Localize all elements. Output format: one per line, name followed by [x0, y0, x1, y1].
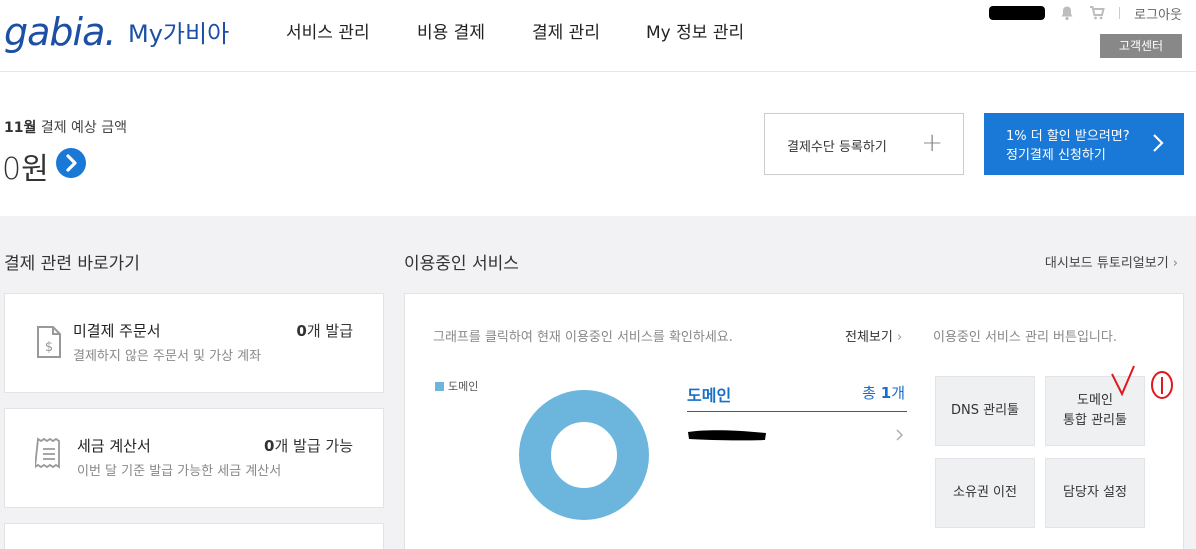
nav-billing[interactable]: 비용 결제: [417, 18, 485, 43]
svg-text:$: $: [45, 340, 53, 355]
utility-bar: 로그아웃: [989, 2, 1182, 24]
promo-line1: 1% 더 할인 받으려면?: [1006, 129, 1130, 144]
promo-line2: 정기결제 신청하기: [1006, 148, 1106, 163]
logout-link[interactable]: 로그아웃: [1134, 4, 1182, 23]
chart-legend: 도메인: [435, 378, 478, 394]
nav-payment-management[interactable]: 결제 관리: [532, 18, 600, 43]
logo-dot: .: [104, 10, 116, 54]
tax-invoice-desc: 이번 달 기준 발급 가능한 세금 계산서: [77, 464, 282, 479]
domain-summary-header: 도메인 총 1개: [687, 382, 907, 412]
customer-center-button[interactable]: 고객센터: [1100, 34, 1182, 58]
nav-my-info[interactable]: My 정보 관리: [646, 18, 744, 43]
domain-total: 총 1개: [862, 382, 905, 403]
register-payment-label: 결제수단 등록하기: [787, 140, 887, 155]
total-suffix: 개: [891, 384, 905, 402]
plus-icon: +: [921, 128, 943, 158]
tax-invoice-title: 세금 계산서: [77, 437, 151, 455]
services-donut-chart[interactable]: [519, 390, 649, 520]
total-count: 1: [880, 384, 892, 402]
unpaid-orders-desc: 결제하지 않은 주문서 및 가상 계좌: [73, 349, 262, 364]
dashboard-tutorial-link[interactable]: 대시보드 튜토리얼보기 ›: [1045, 252, 1178, 271]
graph-hint: 그래프를 클릭하여 현재 이용중인 서비스를 확인하세요.: [433, 330, 733, 345]
divider: [1119, 7, 1121, 19]
unpaid-orders-card[interactable]: $ 미결제 주문서 결제하지 않은 주문서 및 가상 계좌 0개 발급: [4, 293, 384, 393]
chevron-right-icon: ›: [1172, 256, 1178, 271]
shortcut-card-3[interactable]: [4, 523, 384, 549]
chevron-right-icon[interactable]: [895, 428, 905, 442]
subscription-promo-button[interactable]: 1% 더 할인 받으려면? 정기결제 신청하기: [984, 113, 1184, 175]
month-label: 11월: [4, 120, 37, 136]
count-suffix: 개 발급 가능: [274, 437, 353, 455]
domain-label: 도메인: [687, 386, 732, 405]
top-header: gabia. My가비아 서비스 관리 비용 결제 결제 관리 My 정보 관리…: [0, 0, 1196, 72]
view-all-link[interactable]: 전체보기 ›: [845, 326, 902, 345]
expected-amount: 0원: [2, 152, 49, 187]
services-panel: 그래프를 클릭하여 현재 이용중인 서비스를 확인하세요. 전체보기 › 이용중…: [404, 293, 1184, 549]
logo-text: gabia: [4, 10, 105, 54]
expected-payment-label: 11월 결제 예상 금액: [4, 117, 127, 137]
tax-invoice-card[interactable]: 세금 계산서 이번 달 기준 발급 가능한 세금 계산서 0개 발급 가능: [4, 408, 384, 508]
bell-icon[interactable]: [1059, 5, 1075, 21]
domain-name-redacted[interactable]: [687, 428, 767, 442]
expected-label-text: 결제 예상 금액: [36, 120, 128, 136]
tutorial-label: 대시보드 튜토리얼보기: [1044, 256, 1169, 271]
amount-detail-arrow-icon[interactable]: [56, 148, 86, 178]
brand-title[interactable]: My가비아: [128, 14, 229, 49]
gabia-logo[interactable]: gabia.: [4, 10, 116, 54]
tax-invoice-count: 0개 발급 가능: [264, 435, 353, 456]
unpaid-orders-count: 0개 발급: [296, 320, 353, 341]
invoice-icon: $: [37, 326, 61, 358]
shortcuts-title: 결제 관련 바로가기: [4, 254, 140, 274]
register-payment-method-button[interactable]: 결제수단 등록하기 +: [764, 113, 964, 175]
legend-swatch: [435, 381, 444, 391]
chevron-right-icon: ›: [896, 330, 903, 345]
cart-icon[interactable]: [1089, 5, 1105, 21]
contact-settings-button[interactable]: 담당자 설정: [1045, 458, 1145, 528]
donut-slice-domain[interactable]: [519, 390, 649, 520]
total-prefix: 총: [862, 384, 881, 402]
count-suffix: 개 발급: [306, 322, 353, 340]
view-all-label: 전체보기: [845, 330, 893, 345]
ownership-transfer-button[interactable]: 소유권 이전: [935, 458, 1035, 528]
nav-service-management[interactable]: 서비스 관리: [286, 18, 370, 43]
count-number: 0: [264, 437, 275, 455]
chevron-right-icon: [1153, 134, 1164, 152]
handwritten-annotation: [1111, 365, 1173, 399]
receipt-icon: [35, 437, 60, 469]
legend-label: 도메인: [448, 380, 479, 393]
services-title: 이용중인 서비스: [404, 254, 519, 274]
count-number: 0: [296, 322, 307, 340]
service-buttons-hint: 이용중인 서비스 관리 버튼입니다.: [933, 330, 1117, 345]
username-redacted: [989, 6, 1046, 20]
dns-management-button[interactable]: DNS 관리툴: [935, 376, 1035, 446]
unpaid-orders-title: 미결제 주문서: [73, 322, 161, 340]
